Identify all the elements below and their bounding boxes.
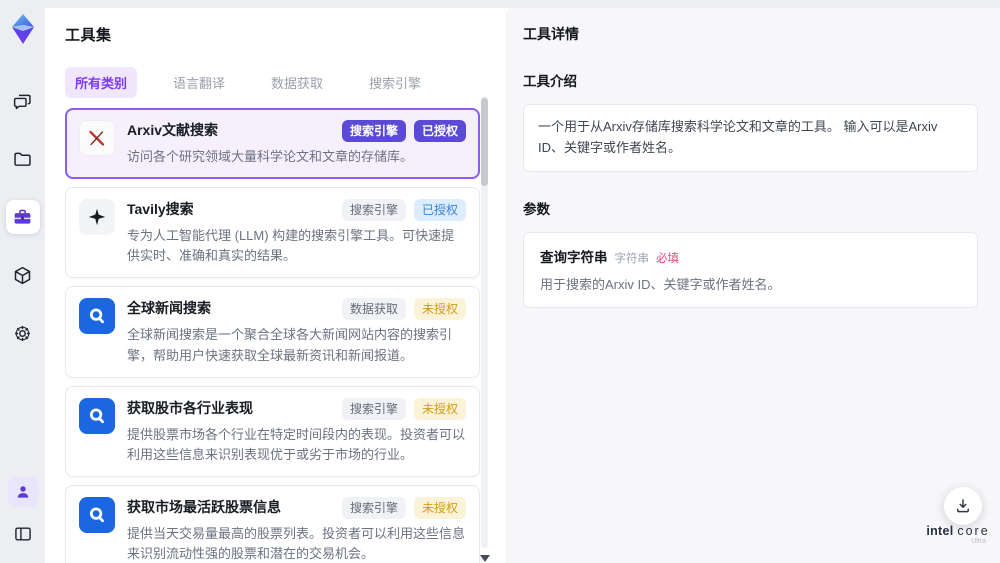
param-list: 查询字符串 字符串 必填 用于搜索的Arxiv ID、关键字或作者姓名。 [523,231,978,309]
tab-data-fetching[interactable]: 数据获取 [261,67,333,98]
app-window: 工具集 所有类别 语言翻译 数据获取 搜索引擎 Arxiv文献搜索 搜索引擎 已… [0,0,1000,563]
category-badge: 搜索引擎 [341,496,406,519]
page-title: 工具集 [65,27,112,44]
intel-core-logo: intel core Ultra [922,524,994,545]
tool-list: Arxiv文献搜索 搜索引擎 已授权 访问各个研究领域大量科学论文和文章的存储库… [65,108,480,563]
tool-description: 提供股票市场各个行业在特定时间段内的表现。投资者可以利用这些信息来识别表现优于或… [127,426,466,462]
tools-panel: 工具集 所有类别 语言翻译 数据获取 搜索引擎 Arxiv文献搜索 搜索引擎 已… [45,8,506,563]
scrollbar-thumb[interactable] [481,98,488,186]
search-q-icon [89,408,104,423]
category-badge: 搜索引擎 [341,120,406,142]
main-content: 工具集 所有类别 语言翻译 数据获取 搜索引擎 Arxiv文献搜索 搜索引擎 已… [45,8,1000,563]
auth-status-badge: 未授权 [413,298,466,321]
tavily-star-icon [88,208,106,226]
app-logo-icon [7,12,39,46]
brand-primary: intel [926,524,954,538]
auth-status-badge: 未授权 [413,496,466,519]
tab-all-categories[interactable]: 所有类别 [65,67,138,98]
parameter-card: 查询字符串 字符串 必填 用于搜索的Arxiv ID、关键字或作者姓名。 [523,231,978,309]
params-heading: 参数 [523,201,550,217]
intro-heading: 工具介绍 [523,74,577,89]
tool-name: 全球新闻搜索 [127,300,211,317]
intro-card: 一个用于从Arxiv存储库搜索科学论文和文章的工具。 输入可以是Arxiv ID… [523,104,978,172]
news-search-icon [79,298,115,335]
stock-search-icon [79,496,115,533]
stock-search-icon [79,397,115,434]
tool-description: 访问各个研究领域大量科学论文和文章的存储库。 [127,149,414,164]
collapse-panel-icon[interactable] [6,517,40,551]
tool-name: 获取市场最活跃股票信息 [127,498,281,515]
auth-status-badge: 未授权 [413,397,466,420]
left-icon-rail [0,0,45,563]
tool-card[interactable]: Arxiv文献搜索 搜索引擎 已授权 访问各个研究领域大量科学论文和文章的存储库… [65,108,480,180]
parameter-type: 字符串 [614,252,650,265]
tool-card[interactable]: 获取市场最活跃股票信息 搜索引擎 未授权 提供当天交易量最高的股票列表。投资者可… [65,484,480,563]
category-badge: 搜索引擎 [341,397,406,420]
tool-description: 专为人工智能代理 (LLM) 构建的搜索引擎工具。可快速提供实时、准确和真实的结… [127,228,455,264]
folder-icon[interactable] [6,142,40,176]
chat-icon[interactable] [6,84,40,118]
tab-search-engine[interactable]: 搜索引擎 [359,67,431,98]
tool-name: 获取股市各行业表现 [127,399,253,416]
tavily-star-icon [79,199,115,236]
settings-gear-icon[interactable] [6,316,40,350]
user-profile-icon[interactable] [7,477,38,507]
scroll-down-arrow-icon[interactable] [480,555,490,562]
brand-sub: Ultra [971,538,986,545]
tool-card[interactable]: 全球新闻搜索 数据获取 未授权 全球新闻搜索是一个聚合全球各大新闻网站内容的搜索… [65,286,480,378]
parameter-description: 用于搜索的Arxiv ID、关键字或作者姓名。 [540,276,781,292]
list-scrollbar[interactable] [480,96,490,562]
tool-description: 全球新闻搜索是一个聚合全球各大新闻网站内容的搜索引擎，帮助用户快速获取全球最新资… [127,327,453,363]
search-q-icon [89,507,104,523]
toolbox-icon-active[interactable] [5,200,40,234]
tool-detail-panel: 工具详情 工具介绍 一个用于从Arxiv存储库搜索科学论文和文章的工具。 输入可… [506,8,1000,563]
arxiv-logo-icon [89,130,105,146]
download-icon [957,499,969,513]
tool-description: 提供当天交易量最高的股票列表。投资者可以利用这些信息来识别流动性强的股票和潜在的… [127,525,466,562]
category-tabs: 所有类别 语言翻译 数据获取 搜索引擎 [65,67,506,98]
cube-icon[interactable] [6,258,40,292]
category-badge: 搜索引擎 [341,199,406,222]
tool-name: Arxiv文献搜索 [127,122,219,138]
category-badge: 数据获取 [341,298,406,321]
tool-name: Tavily搜索 [127,201,194,218]
search-q-icon [89,308,104,324]
tool-card[interactable]: Tavily搜索 搜索引擎 已授权 专为人工智能代理 (LLM) 构建的搜索引擎… [65,187,480,279]
brand-secondary: core [957,524,990,538]
parameter-name: 查询字符串 [540,249,608,265]
detail-title: 工具详情 [523,26,579,42]
tool-card[interactable]: 获取股市各行业表现 搜索引擎 未授权 提供股票市场各个行业在特定时间段内的表现。… [65,385,480,477]
auth-status-badge: 已授权 [413,120,466,142]
download-button[interactable] [944,487,982,525]
arxiv-logo-icon [79,120,115,156]
parameter-required-badge: 必填 [656,252,679,265]
auth-status-badge: 已授权 [413,199,466,222]
tab-language-translation[interactable]: 语言翻译 [163,67,235,98]
